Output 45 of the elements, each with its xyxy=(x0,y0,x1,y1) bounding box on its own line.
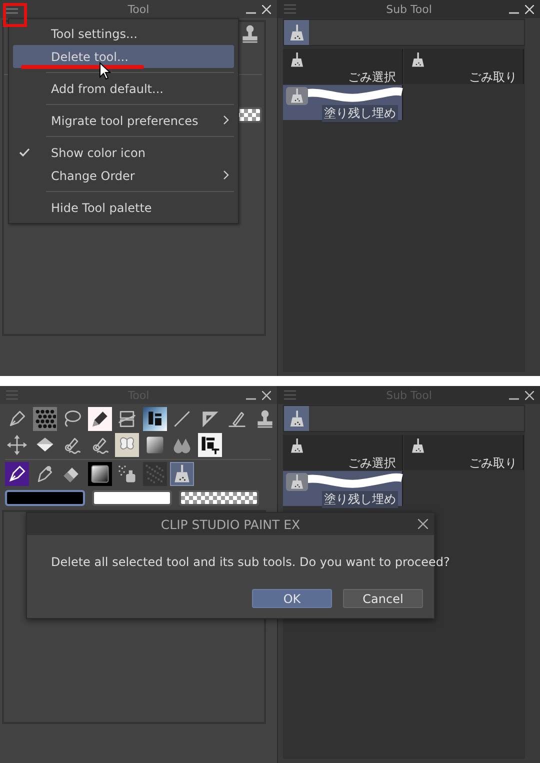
dot-pattern-icon[interactable] xyxy=(32,407,56,431)
dustpan-icon xyxy=(288,87,306,105)
sub-tool-item[interactable]: 塗り残し埋め xyxy=(283,471,403,506)
dustpan-icon xyxy=(409,437,427,455)
panel-title: Tool xyxy=(128,2,150,16)
close-icon[interactable] xyxy=(525,4,534,14)
group-tab[interactable] xyxy=(284,20,309,45)
menu-item[interactable]: Show color icon xyxy=(13,141,234,164)
pen-icon[interactable] xyxy=(5,462,29,486)
chevron-right-icon xyxy=(223,170,229,180)
close-icon[interactable] xyxy=(418,519,428,529)
menu-item[interactable]: Migrate tool preferences xyxy=(13,109,234,132)
text-tile-icon[interactable] xyxy=(198,433,222,457)
dustpan-icon xyxy=(288,437,306,455)
menu-item[interactable]: Hide Tool palette xyxy=(13,196,234,219)
transparent-color-swatch[interactable] xyxy=(179,490,259,506)
dustpan-icon[interactable] xyxy=(170,462,194,486)
marker-icon[interactable] xyxy=(88,407,112,431)
dustpan-icon xyxy=(288,51,306,69)
menu-item[interactable]: Tool settings... xyxy=(13,22,234,45)
sub-tool-item[interactable]: ごみ選択 xyxy=(283,435,403,470)
sub-tool-item[interactable]: ごみ選択 xyxy=(283,49,403,84)
chevron-right-icon xyxy=(223,115,229,125)
sub-tool-item[interactable]: ごみ取り xyxy=(404,49,524,84)
sub-color-swatch[interactable] xyxy=(92,490,172,506)
sub-tool-item[interactable]: 塗り残し埋め xyxy=(283,85,403,120)
ok-button[interactable]: OK xyxy=(252,589,332,608)
cancel-button[interactable]: Cancel xyxy=(343,589,423,608)
panel-title: Sub Tool xyxy=(386,2,432,16)
dialog-message: Delete all selected tool and its sub tools. Do you want to proceed? xyxy=(51,555,450,569)
sub-tool-item[interactable]: ごみ取り xyxy=(404,435,524,470)
gradient-icon[interactable] xyxy=(88,462,112,486)
close-icon[interactable] xyxy=(262,4,271,14)
dustpan-icon xyxy=(288,473,306,491)
main-color-swatch[interactable] xyxy=(5,490,85,506)
move-icon[interactable] xyxy=(5,433,29,457)
check-icon xyxy=(19,148,30,157)
group-tab[interactable] xyxy=(284,406,309,431)
dustpan-icon xyxy=(409,51,427,69)
close-icon[interactable] xyxy=(262,390,271,400)
menu-item[interactable]: Change Order xyxy=(13,164,234,187)
menu-item[interactable]: Add from default... xyxy=(13,77,234,100)
dialog-title: CLIP STUDIO PAINT EX xyxy=(160,516,300,532)
picture-tile-icon[interactable] xyxy=(142,407,166,431)
close-icon[interactable] xyxy=(525,390,534,400)
